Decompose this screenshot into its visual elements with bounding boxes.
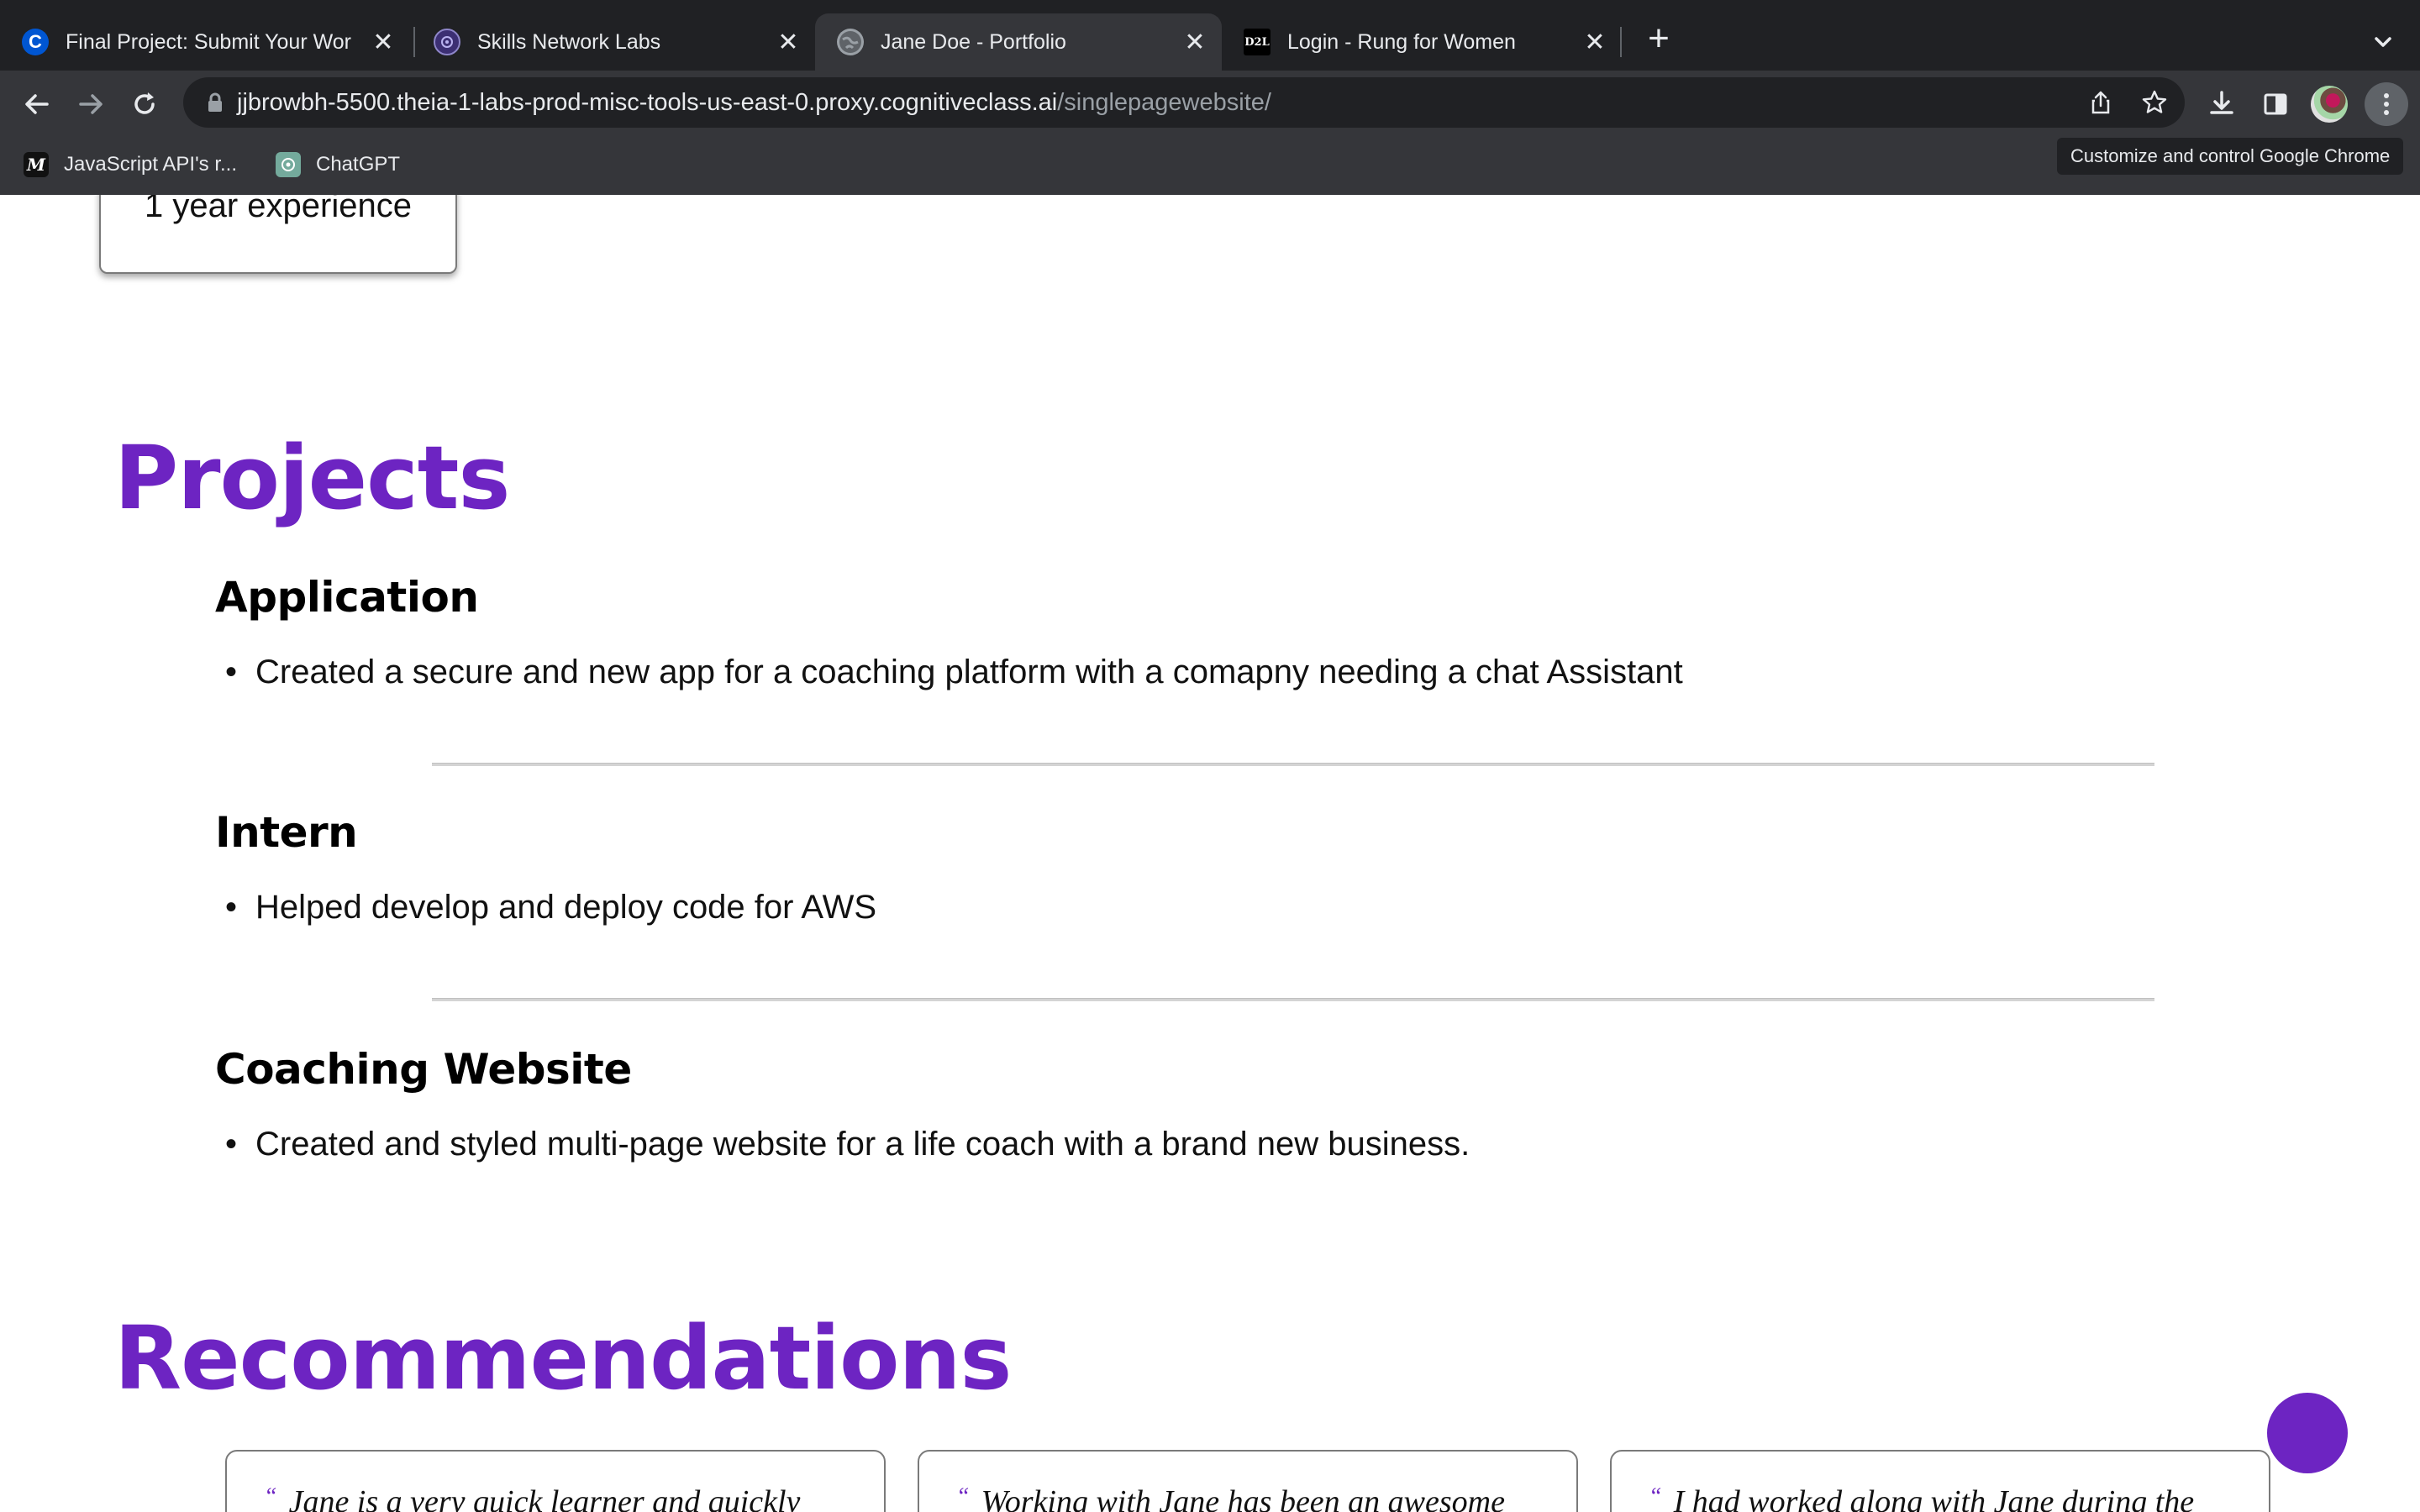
recommendation-text: I had worked along with Jane during the [1673,1484,2195,1512]
skills-network-icon [434,29,460,55]
close-tab-icon[interactable]: ✕ [1178,25,1212,59]
lock-icon[interactable] [203,91,227,114]
skill-card-text: 1 year experience [145,195,412,224]
tab-title: Final Project: Submit Your Wor [66,29,351,54]
chatgpt-icon [276,152,301,177]
close-tab-icon[interactable]: ✕ [1578,25,1612,59]
recommendations-heading: Recommendations [114,1307,1012,1410]
recommendation-card: “ Jane is a very quick learner and quickl… [225,1450,886,1512]
chevron-down-icon [2375,37,2391,47]
url-text[interactable]: jjbrowbh-5500.theia-1-labs-prod-misc-too… [237,77,1271,128]
url-host: jjbrowbh-5500.theia-1-labs-prod-misc-too… [237,89,1058,116]
projects-heading: Projects [114,427,510,529]
skill-card: 1 year experience [99,195,457,274]
tab-separator [1620,27,1622,57]
recommendation-card: “ Working with Jane has been an awesome [918,1450,1578,1512]
share-icon[interactable] [2087,89,2114,116]
recommendation-quote: “ Working with Jane has been an awesome [956,1483,1505,1512]
side-panel-icon [2264,93,2287,115]
globe-icon [837,29,864,55]
chrome-menu-button[interactable] [2365,82,2408,126]
project-title: Application [215,573,479,622]
reload-button[interactable] [128,87,161,121]
project-description: Created a secure and new app for a coach… [225,654,1683,691]
tab-search-button[interactable] [2366,25,2400,59]
download-icon [2210,91,2233,114]
back-to-top-button[interactable] [2267,1393,2348,1473]
project-intern: Intern Helped develop and deploy code fo… [215,808,2232,934]
url-path: /singlepagewebsite/ [1057,89,1271,116]
page-viewport[interactable]: 1 year experience Projects Application C… [0,195,2420,1512]
tab-strip: C Final Project: Submit Your Wor ✕ Skill… [0,0,2420,71]
reload-icon [134,92,155,114]
forward-arrow-icon [79,94,103,114]
project-application: Application Created a secure and new app… [215,573,2232,699]
recommendation-quote: “ I had worked along with Jane during the [1649,1483,2194,1512]
bookmark-javascript-apis[interactable]: M JavaScript API's r... [24,150,237,180]
tab-title: Jane Doe - Portfolio [881,29,1066,54]
quote-icon: “ [264,1483,277,1509]
side-panel-button[interactable] [2259,87,2292,121]
back-arrow-icon [25,94,49,114]
profile-avatar[interactable] [2311,86,2348,123]
project-coaching-website: Coaching Website Created and styled mult… [215,1045,2232,1171]
project-title: Coaching Website [215,1045,632,1094]
tab-title: Login - Rung for Women [1287,29,1516,54]
forward-button[interactable] [74,87,108,121]
medium-icon: M [24,152,49,177]
new-tab-button[interactable]: + [1640,20,1677,59]
bookmark-star-icon[interactable] [2141,89,2168,116]
close-tab-icon[interactable]: ✕ [366,25,400,59]
tab-skills-network-labs[interactable]: Skills Network Labs ✕ [412,13,815,71]
bookmark-label: JavaScript API's r... [64,153,237,176]
project-title: Intern [215,808,358,857]
tab-rung-for-women[interactable]: D2L Login - Rung for Women ✕ [1222,13,1622,71]
recommendation-text: Jane is a very quick learner and quickly [288,1484,801,1512]
recommendation-text: Working with Jane has been an awesome [981,1484,1505,1512]
coursera-icon: C [22,29,49,55]
close-tab-icon[interactable]: ✕ [771,25,805,59]
recommendation-quote: “ Jane is a very quick learner and quickl… [264,1483,800,1512]
kebab-menu-icon [2384,93,2389,115]
downloads-button[interactable] [2205,87,2238,121]
project-description: Helped develop and deploy code for AWS [225,889,876,927]
bookmark-label: ChatGPT [316,153,401,176]
project-description: Created and styled multi-page website fo… [225,1126,1470,1163]
address-bar[interactable]: jjbrowbh-5500.theia-1-labs-prod-misc-too… [183,77,2185,128]
d2l-icon: D2L [1244,29,1270,55]
tab-final-project[interactable]: C Final Project: Submit Your Wor ✕ [0,13,410,71]
quote-icon: “ [1649,1483,1662,1509]
tab-title: Skills Network Labs [477,29,661,54]
quote-icon: “ [956,1483,970,1509]
tab-jane-doe-portfolio[interactable]: Jane Doe - Portfolio ✕ [815,13,1222,71]
project-divider [432,998,2154,1001]
project-divider [432,763,2154,766]
recommendation-card: “ I had worked along with Jane during the [1610,1450,2270,1512]
chrome-menu-tooltip: Customize and control Google Chrome [2057,138,2404,175]
back-button[interactable] [20,87,54,121]
bookmark-chatgpt[interactable]: ChatGPT [276,150,400,180]
browser-toolbar: jjbrowbh-5500.theia-1-labs-prod-misc-too… [0,71,2420,134]
